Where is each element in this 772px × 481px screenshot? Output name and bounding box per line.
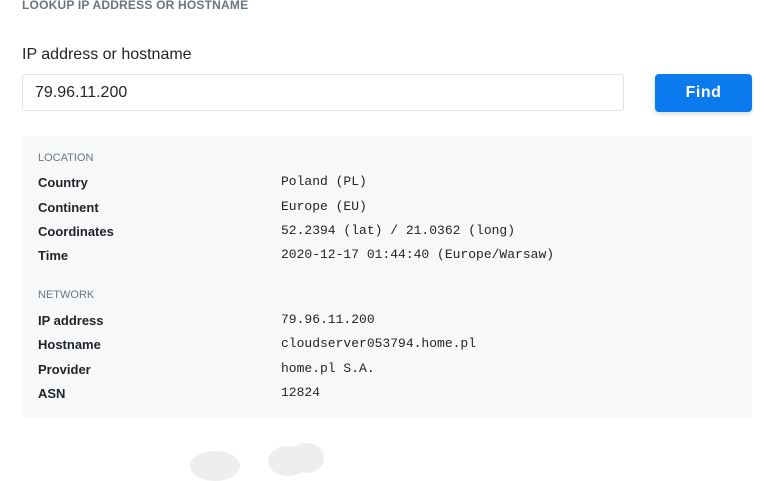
network-row-ip-address: IP address 79.96.11.200 <box>38 312 738 333</box>
row-value: home.pl S.A. <box>281 361 375 376</box>
row-value: cloudserver053794.home.pl <box>281 336 477 351</box>
location-row-continent: Continent Europe (EU) <box>38 199 738 220</box>
row-key: Continent <box>38 200 99 215</box>
row-value: 12824 <box>281 385 321 400</box>
row-key: IP address <box>38 313 104 328</box>
row-key: Coordinates <box>38 224 114 239</box>
find-button[interactable]: Find <box>655 74 752 112</box>
row-key: Hostname <box>38 337 101 352</box>
row-key: Time <box>38 248 69 263</box>
row-value: 52.2394 (lat) / 21.0362 (long) <box>281 223 516 238</box>
network-row-provider: Provider home.pl S.A. <box>38 361 738 382</box>
network-row-asn: ASN 12824 <box>38 385 738 406</box>
row-value: Poland (PL) <box>281 174 367 189</box>
section-heading: LOOKUP IP ADDRESS OR HOSTNAME <box>22 0 249 12</box>
network-row-hostname: Hostname cloudserver053794.home.pl <box>38 336 738 357</box>
ip-hostname-input[interactable] <box>22 74 624 111</box>
row-value: 2020-12-17 01:44:40 (Europe/Warsaw) <box>281 247 555 262</box>
location-row-coordinates: Coordinates 52.2394 (lat) / 21.0362 (lon… <box>38 223 738 244</box>
ip-field-label: IP address or hostname <box>22 46 192 63</box>
location-heading: LOCATION <box>38 152 94 164</box>
network-heading: NETWORK <box>38 289 95 301</box>
row-key: Country <box>38 175 88 190</box>
result-panel: LOCATION Country Poland (PL) Continent E… <box>22 136 752 418</box>
location-row-time: Time 2020-12-17 01:44:40 (Europe/Warsaw) <box>38 247 738 268</box>
row-key: Provider <box>38 362 91 377</box>
row-key: ASN <box>38 386 66 401</box>
location-row-country: Country Poland (PL) <box>38 174 738 195</box>
row-value: Europe (EU) <box>281 199 367 214</box>
row-value: 79.96.11.200 <box>281 312 375 327</box>
